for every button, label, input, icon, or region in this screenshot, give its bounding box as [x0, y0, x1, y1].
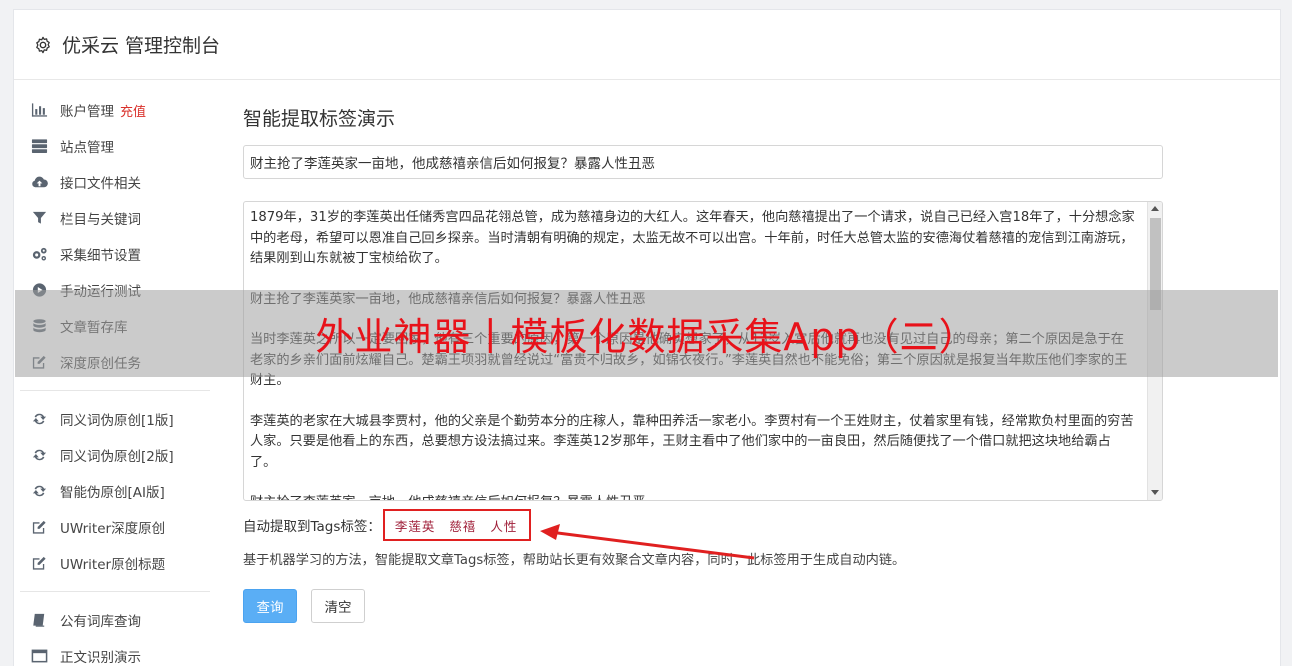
sidebar-item-label: 账户管理 — [60, 104, 114, 120]
tags-label: 自动提取到Tags标签： — [243, 519, 381, 535]
refresh-icon — [30, 483, 48, 499]
book-icon — [30, 612, 48, 628]
sidebar-item[interactable]: 栏目与关键词 — [20, 200, 210, 236]
sidebar-item-label: 公有词库查询 — [60, 614, 141, 630]
sidebar-item[interactable]: 同义词伪原创[2版] — [20, 437, 210, 473]
refresh-icon — [30, 447, 48, 463]
tags-box: 李莲英 慈禧 人性 — [382, 509, 532, 541]
annotation-arrow-icon — [540, 524, 755, 560]
console-title: 优采云 管理控制台 — [62, 35, 221, 57]
edit-icon — [30, 519, 48, 535]
filter-icon — [30, 210, 48, 226]
cloud-upload-icon — [30, 174, 48, 190]
refresh-icon — [30, 411, 48, 427]
edit-icon — [30, 555, 48, 571]
sidebar-item-label: 同义词伪原创[2版] — [60, 449, 174, 465]
sidebar-item-label: UWriter原创标题 — [60, 557, 166, 573]
gear-icon — [34, 36, 52, 54]
sidebar: 账户管理充值站点管理接口文件相关栏目与关键词采集细节设置手动运行测试文章暂存库深… — [20, 92, 210, 666]
sidebar-item-label: 采集细节设置 — [60, 248, 141, 264]
sidebar-item-label: 接口文件相关 — [60, 176, 141, 192]
clear-button[interactable]: 清空 — [311, 589, 365, 623]
content-paragraph: 李莲英的老家在大城县李贾村，他的父亲是个勤劳本分的庄稼人，靠种田养活一家老小。李… — [250, 413, 1134, 470]
sidebar-item[interactable]: 站点管理 — [20, 128, 210, 164]
tag-item: 李莲英 — [394, 518, 436, 534]
sidebar-item[interactable]: 账户管理 充值 — [20, 92, 210, 128]
recharge-link[interactable]: 充值 — [120, 101, 146, 120]
scroll-down-icon[interactable] — [1151, 490, 1159, 495]
sidebar-item[interactable]: 接口文件相关 — [20, 164, 210, 200]
banner-text: 外业神器丨模板化数据采集App（二） — [315, 315, 978, 359]
server-icon — [30, 138, 48, 154]
sidebar-divider — [20, 591, 210, 592]
title-input[interactable] — [243, 145, 1163, 179]
content-paragraph: 财主抢了李莲英家一亩地，他成慈禧亲信后如何报复？暴露人性丑恶 — [250, 493, 1136, 500]
sidebar-item-label: 同义词伪原创[1版] — [60, 413, 174, 429]
tag-item: 慈禧 — [449, 518, 477, 534]
page-title: 智能提取标签演示 — [243, 108, 396, 130]
console-header: 优采云 管理控制台 — [14, 10, 1280, 80]
sidebar-item[interactable]: 同义词伪原创[1版] — [20, 401, 210, 437]
sidebar-item[interactable]: 采集细节设置 — [20, 236, 210, 272]
sidebar-item[interactable]: 智能伪原创[AI版] — [20, 473, 210, 509]
window-icon — [30, 648, 48, 664]
scroll-up-icon[interactable] — [1151, 206, 1159, 211]
sidebar-item-label: UWriter深度原创 — [60, 521, 166, 537]
sidebar-item-label: 站点管理 — [60, 140, 114, 156]
sidebar-item[interactable]: 正文识别演示 — [20, 638, 210, 666]
sidebar-divider — [20, 390, 210, 391]
gears-icon — [30, 246, 48, 262]
content-paragraph: 1879年，31岁的李莲英出任储秀宫四品花翎总管，成为慈禧身边的大红人。这年春天… — [250, 210, 1135, 266]
sidebar-item-label: 正文识别演示 — [60, 650, 141, 666]
sidebar-item[interactable]: UWriter原创标题 — [20, 545, 210, 581]
bar-chart-icon — [30, 102, 48, 118]
sidebar-item[interactable]: 公有词库查询 — [20, 602, 210, 638]
sidebar-item-label: 智能伪原创[AI版] — [60, 485, 165, 501]
sidebar-item[interactable]: UWriter深度原创 — [20, 509, 210, 545]
button-group: 查询 清空 — [243, 589, 1163, 623]
query-button[interactable]: 查询 — [243, 589, 297, 623]
tag-item: 人性 — [490, 518, 518, 534]
sidebar-item-label: 栏目与关键词 — [60, 212, 141, 228]
watermark-banner: 外业神器丨模板化数据采集App（二） — [15, 290, 1278, 377]
